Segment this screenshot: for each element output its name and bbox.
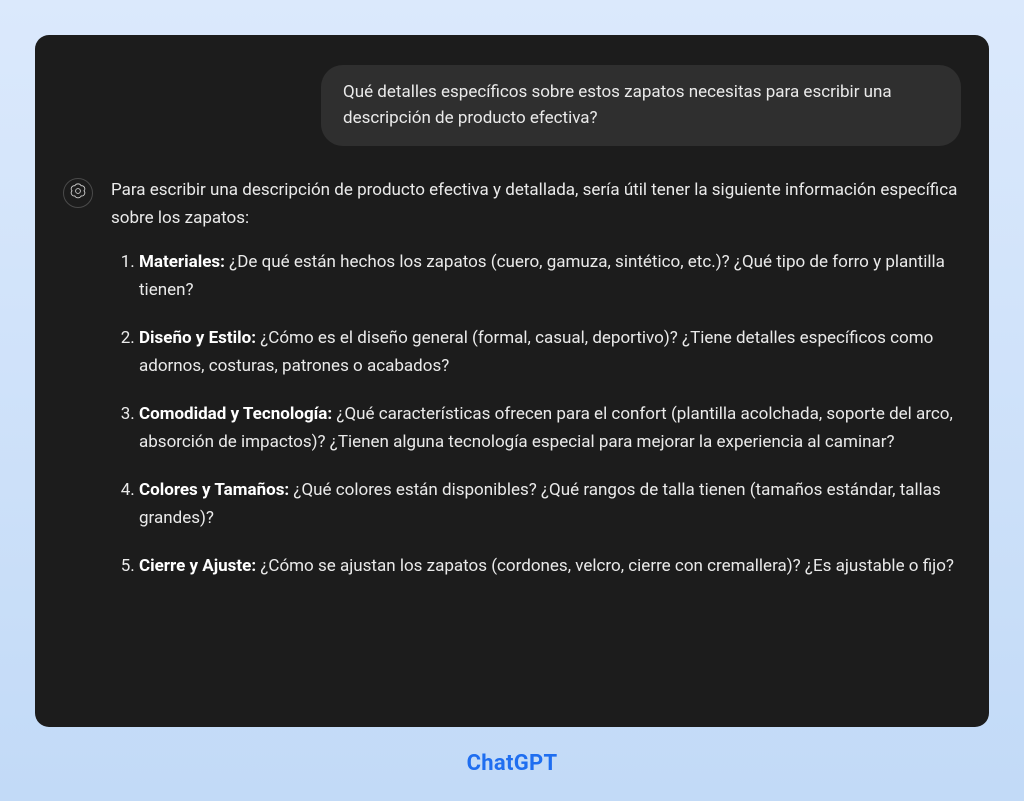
list-item-label: Comodidad y Tecnología: (139, 404, 332, 424)
user-message-row: Qué detalles específicos sobre estos zap… (63, 65, 961, 146)
footer-app-label: ChatGPT (35, 751, 989, 776)
list-item: Colores y Tamaños: ¿Qué colores están di… (139, 476, 961, 532)
assistant-message-body: Para escribir una descripción de product… (111, 176, 961, 601)
list-item-text: ¿Cómo se ajustan los zapatos (cordones, … (256, 556, 954, 576)
chat-window: Qué detalles específicos sobre estos zap… (35, 35, 989, 727)
list-item: Materiales: ¿De qué están hechos los zap… (139, 248, 961, 304)
list-item-text: ¿De qué están hechos los zapatos (cuero,… (139, 252, 945, 300)
list-item-label: Colores y Tamaños: (139, 480, 289, 500)
user-message-text: Qué detalles específicos sobre estos zap… (343, 82, 892, 128)
assistant-avatar (63, 178, 93, 208)
list-item-label: Materiales: (139, 252, 225, 272)
assistant-message-row: Para escribir una descripción de product… (63, 176, 961, 601)
list-item-text: ¿Cómo es el diseño general (formal, casu… (139, 328, 933, 376)
list-item: Cierre y Ajuste: ¿Cómo se ajustan los za… (139, 552, 961, 580)
list-item-label: Diseño y Estilo: (139, 328, 256, 348)
list-item: Diseño y Estilo: ¿Cómo es el diseño gene… (139, 324, 961, 380)
openai-logo-icon (69, 182, 87, 204)
assistant-intro-text: Para escribir una descripción de product… (111, 176, 961, 232)
assistant-info-list: Materiales: ¿De qué están hechos los zap… (111, 248, 961, 580)
list-item: Comodidad y Tecnología: ¿Qué característ… (139, 400, 961, 456)
list-item-label: Cierre y Ajuste: (139, 556, 256, 576)
user-message-bubble[interactable]: Qué detalles específicos sobre estos zap… (321, 65, 961, 146)
